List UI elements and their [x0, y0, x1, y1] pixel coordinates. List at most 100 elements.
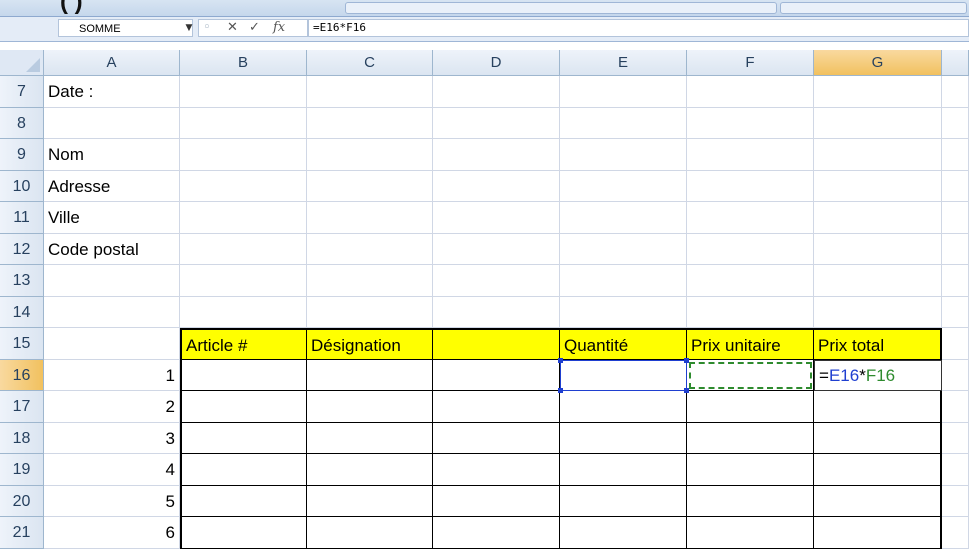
cell-h9[interactable] [942, 139, 969, 171]
cell-b19[interactable] [180, 454, 307, 486]
column-header-g[interactable]: G [814, 50, 942, 76]
cell-f13[interactable] [687, 265, 814, 297]
cell-f15[interactable]: Prix unitaire [687, 328, 814, 360]
cell-e11[interactable] [560, 202, 687, 234]
cell-b15[interactable]: Article # [180, 328, 307, 360]
cell-a12[interactable]: Code postal [44, 233, 180, 265]
cell-d12[interactable] [433, 233, 560, 265]
cell-c16[interactable] [307, 359, 433, 391]
cell-h14[interactable] [942, 296, 969, 328]
enter-check-icon[interactable]: ✓ [249, 20, 260, 36]
column-header-h[interactable] [942, 50, 969, 76]
cell-f20[interactable] [687, 485, 814, 517]
cell-g18[interactable] [814, 422, 942, 454]
row-header-20[interactable]: 20 [0, 485, 44, 517]
cell-f9[interactable] [687, 139, 814, 171]
cell-f12[interactable] [687, 233, 814, 265]
cell-g15[interactable]: Prix total [814, 328, 942, 360]
cell-a20[interactable]: 5 [44, 485, 180, 517]
row-header-9[interactable]: 9 [0, 139, 44, 171]
cell-g12[interactable] [814, 233, 942, 265]
cell-g14[interactable] [814, 296, 942, 328]
column-header-a[interactable]: A [44, 50, 180, 76]
cell-f7[interactable] [687, 76, 814, 108]
cell-c9[interactable] [307, 139, 433, 171]
cell-b18[interactable] [180, 422, 307, 454]
cell-c12[interactable] [307, 233, 433, 265]
cell-e7[interactable] [560, 76, 687, 108]
column-header-b[interactable]: B [180, 50, 307, 76]
select-all-corner[interactable] [0, 50, 44, 76]
cell-e21[interactable] [560, 517, 687, 549]
cell-a21[interactable]: 6 [44, 517, 180, 549]
cell-f11[interactable] [687, 202, 814, 234]
column-header-f[interactable]: F [687, 50, 814, 76]
cell-a18[interactable]: 3 [44, 422, 180, 454]
row-header-10[interactable]: 10 [0, 170, 44, 202]
row-header-17[interactable]: 17 [0, 391, 44, 423]
cell-h13[interactable] [942, 265, 969, 297]
cell-e14[interactable] [560, 296, 687, 328]
cell-a16[interactable]: 1 [44, 359, 180, 391]
cell-d9[interactable] [433, 139, 560, 171]
name-box[interactable]: SOMME [58, 19, 193, 37]
cell-b14[interactable] [180, 296, 307, 328]
cell-g7[interactable] [814, 76, 942, 108]
cell-a19[interactable]: 4 [44, 454, 180, 486]
cell-d7[interactable] [433, 76, 560, 108]
cell-f14[interactable] [687, 296, 814, 328]
cancel-x-icon[interactable]: ✕ [227, 20, 238, 36]
cell-c7[interactable] [307, 76, 433, 108]
cell-b17[interactable] [180, 391, 307, 423]
cell-e17[interactable] [560, 391, 687, 423]
cell-h18[interactable] [942, 422, 969, 454]
cell-e9[interactable] [560, 139, 687, 171]
row-header-14[interactable]: 14 [0, 296, 44, 328]
cell-b7[interactable] [180, 76, 307, 108]
column-header-c[interactable]: C [307, 50, 433, 76]
cell-b9[interactable] [180, 139, 307, 171]
cell-c18[interactable] [307, 422, 433, 454]
cell-e12[interactable] [560, 233, 687, 265]
cell-d19[interactable] [433, 454, 560, 486]
cell-f10[interactable] [687, 170, 814, 202]
column-header-e[interactable]: E [560, 50, 687, 76]
cell-h21[interactable] [942, 517, 969, 549]
cell-d10[interactable] [433, 170, 560, 202]
cell-c13[interactable] [307, 265, 433, 297]
cell-f18[interactable] [687, 422, 814, 454]
cell-a11[interactable]: Ville [44, 202, 180, 234]
cell-a9[interactable]: Nom [44, 139, 180, 171]
cell-e18[interactable] [560, 422, 687, 454]
cell-f19[interactable] [687, 454, 814, 486]
cell-h8[interactable] [942, 107, 969, 139]
function-fx-icon[interactable]: fx [273, 20, 285, 36]
cell-h10[interactable] [942, 170, 969, 202]
cell-b16[interactable] [180, 359, 307, 391]
cell-b12[interactable] [180, 233, 307, 265]
cell-a17[interactable]: 2 [44, 391, 180, 423]
cell-e20[interactable] [560, 485, 687, 517]
cell-d11[interactable] [433, 202, 560, 234]
cell-f17[interactable] [687, 391, 814, 423]
row-header-11[interactable]: 11 [0, 202, 44, 234]
resize-handle[interactable] [558, 388, 563, 393]
resize-handle[interactable] [558, 357, 563, 363]
cell-d21[interactable] [433, 517, 560, 549]
cell-f8[interactable] [687, 107, 814, 139]
row-header-15[interactable]: 15 [0, 328, 44, 360]
cell-d20[interactable] [433, 485, 560, 517]
row-header-7[interactable]: 7 [0, 76, 44, 108]
cell-h12[interactable] [942, 233, 969, 265]
cell-e10[interactable] [560, 170, 687, 202]
cell-b20[interactable] [180, 485, 307, 517]
row-header-8[interactable]: 8 [0, 107, 44, 139]
cell-b21[interactable] [180, 517, 307, 549]
row-header-19[interactable]: 19 [0, 454, 44, 486]
cell-g21[interactable] [814, 517, 942, 549]
cell-e19[interactable] [560, 454, 687, 486]
cell-h19[interactable] [942, 454, 969, 486]
row-header-18[interactable]: 18 [0, 422, 44, 454]
cell-g8[interactable] [814, 107, 942, 139]
cell-g13[interactable] [814, 265, 942, 297]
